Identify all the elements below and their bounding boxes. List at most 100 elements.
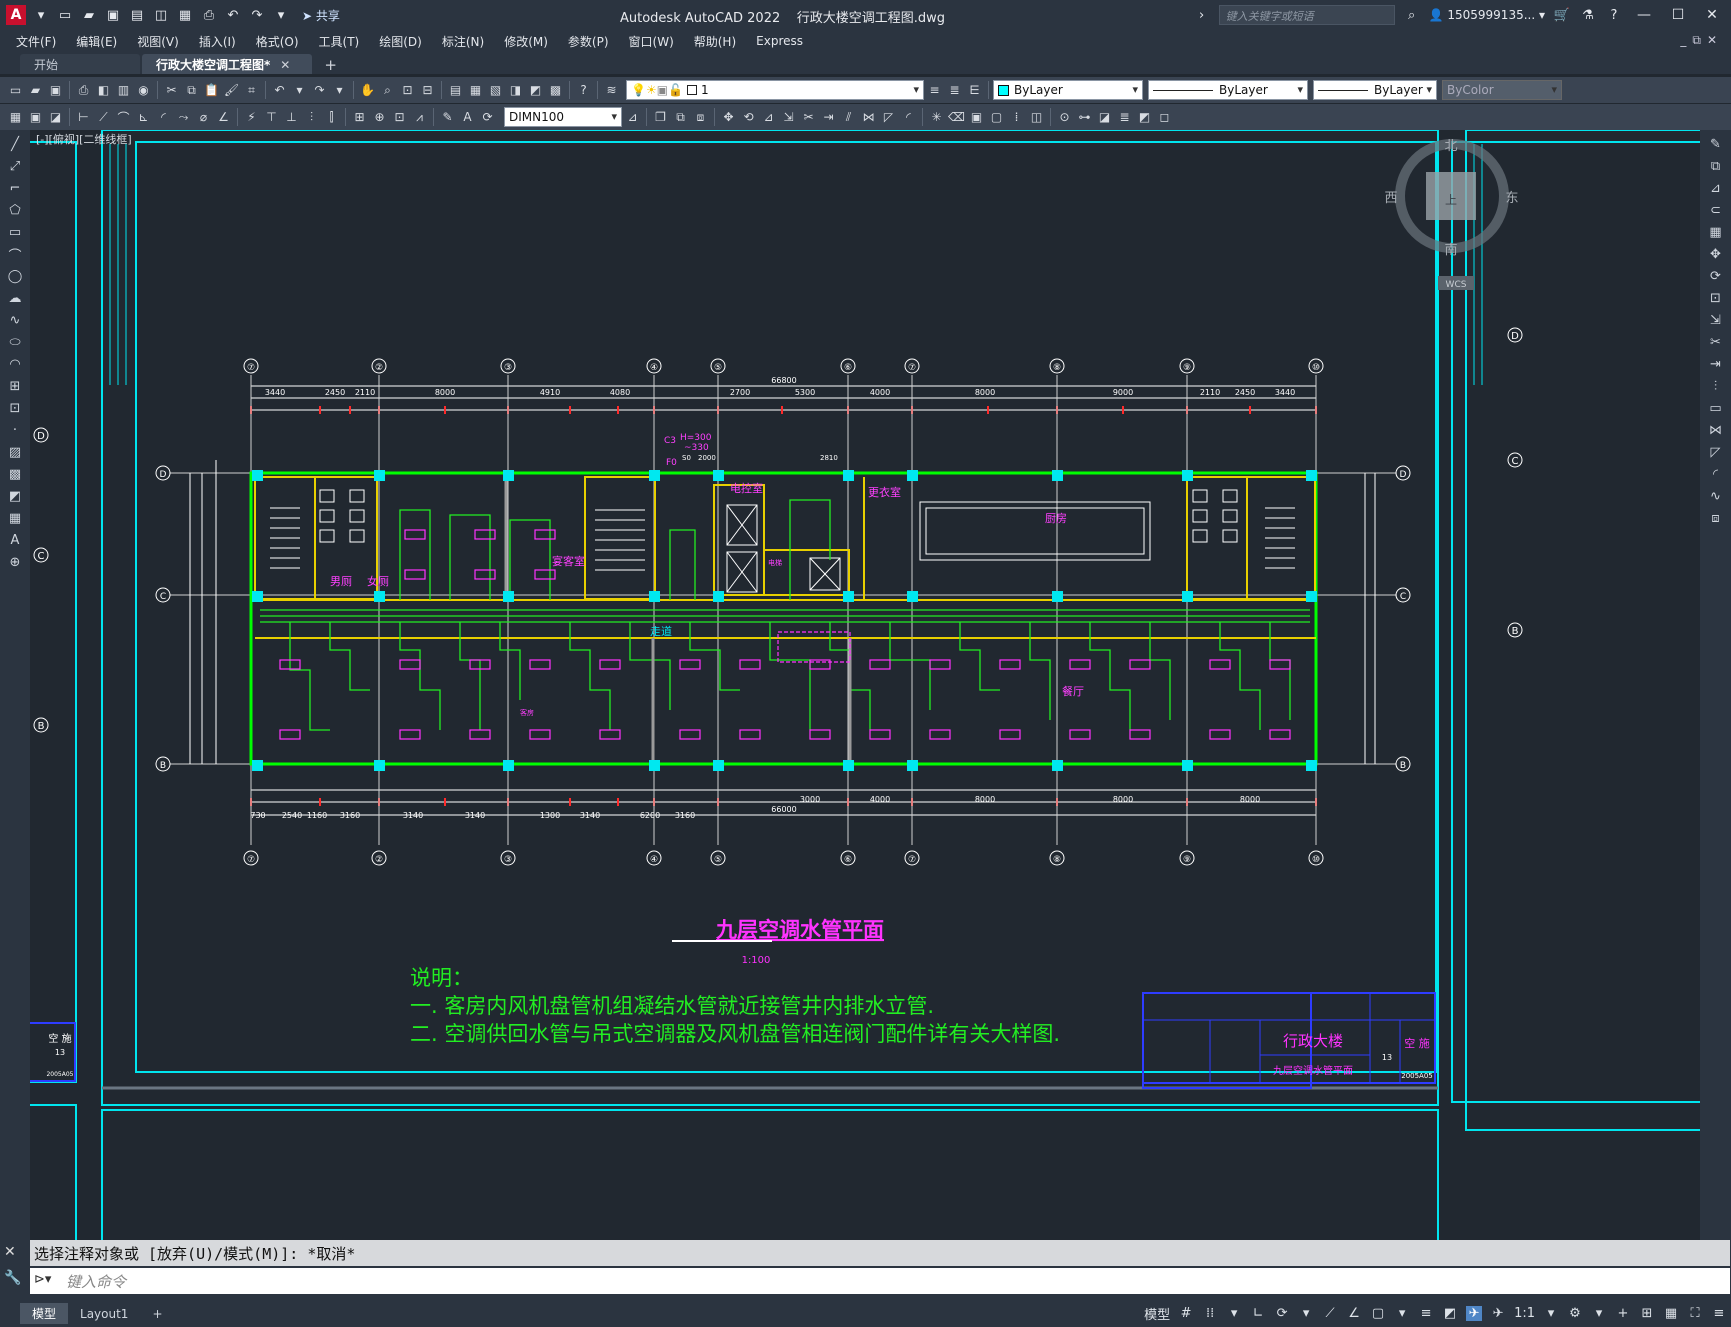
print-icon[interactable]: ⎙ xyxy=(200,6,218,24)
extend-icon[interactable]: ⇥ xyxy=(1706,354,1726,374)
menu-tools[interactable]: 工具(T) xyxy=(313,33,374,50)
close-icon[interactable]: ✕ xyxy=(1699,7,1725,23)
ellipse-icon[interactable]: ⬭ xyxy=(5,332,25,352)
dim-update-icon[interactable]: ⟳ xyxy=(478,108,497,127)
keyword-search-input[interactable]: 键入关键字或短语 xyxy=(1218,5,1395,25)
zoom-realtime-icon[interactable]: ⌕ xyxy=(378,81,397,100)
new-icon[interactable]: ▭ xyxy=(56,6,74,24)
polar-chevron-icon[interactable]: ▾ xyxy=(1298,1306,1314,1321)
menu-format[interactable]: 格式(O) xyxy=(250,33,313,50)
close-tab-icon[interactable]: ✕ xyxy=(280,58,290,72)
join-icon[interactable]: ⋈ xyxy=(859,108,878,127)
3d-print-icon[interactable]: ◉ xyxy=(134,81,153,100)
line-icon[interactable]: ╱ xyxy=(5,134,25,154)
redo-icon[interactable]: ↷ xyxy=(310,81,329,100)
break-icon[interactable]: ⫽ xyxy=(839,108,858,127)
scale-icon[interactable]: ⊿ xyxy=(759,108,778,127)
save-icon[interactable]: ▣ xyxy=(104,6,122,24)
calculator-icon[interactable]: ▩ xyxy=(546,81,565,100)
tab-drawing[interactable]: 行政大楼空调工程图* ✕ xyxy=(142,54,313,74)
erase-icon[interactable]: ✎ xyxy=(1706,134,1726,154)
fullscreen-icon[interactable]: ⛶ xyxy=(1687,1306,1703,1321)
mtext-icon[interactable]: A xyxy=(5,530,25,550)
units-icon[interactable]: ⊞ xyxy=(1639,1306,1655,1321)
cut-icon[interactable]: ✂ xyxy=(162,81,181,100)
region-icon[interactable]: ◩ xyxy=(5,486,25,506)
maximize-icon[interactable]: ☐ xyxy=(1665,7,1691,23)
layer-previous-icon[interactable]: ≣ xyxy=(945,81,964,100)
search-expand-icon[interactable]: › xyxy=(1193,6,1211,24)
command-input[interactable]: 键入命令 xyxy=(30,1268,1730,1294)
annotation-visibility-icon[interactable]: ✈ xyxy=(1466,1306,1483,1321)
drawing-canvas[interactable]: D C B D C B 66800 66000 3440 2450 2110 8… xyxy=(30,130,1700,1240)
region-icon[interactable]: ◩ xyxy=(1135,108,1154,127)
menu-modify[interactable]: 修改(M) xyxy=(498,33,562,50)
stretch-icon[interactable]: ⇲ xyxy=(779,108,798,127)
fillet-icon[interactable]: ◜ xyxy=(899,108,918,127)
ellipse-arc-icon[interactable]: ◠ xyxy=(5,354,25,374)
jogged-linear-icon[interactable]: ⩘ xyxy=(410,108,429,127)
menu-express[interactable]: Express xyxy=(750,34,817,48)
menu-draw[interactable]: 绘图(D) xyxy=(373,33,436,50)
preview-icon[interactable]: ◧ xyxy=(94,81,113,100)
autodesk-app-icon[interactable]: ⚗ xyxy=(1579,6,1597,24)
tab-model[interactable]: 模型 xyxy=(20,1303,69,1324)
scale-icon[interactable]: ⊡ xyxy=(1706,288,1726,308)
dimstyle-manager-icon[interactable]: ⊿ xyxy=(623,108,642,127)
grid-icon[interactable]: # xyxy=(1178,1306,1194,1321)
layer-combo[interactable]: 💡 ☀ ▣ 🔓 1 xyxy=(626,80,924,100)
annotation-monitor-icon[interactable]: + xyxy=(1615,1306,1631,1321)
help-icon[interactable]: ? xyxy=(574,81,593,100)
make-block-icon[interactable]: ⊡ xyxy=(5,398,25,418)
undo-list-icon[interactable]: ▾ xyxy=(290,81,309,100)
arc-length-icon[interactable]: ⌒ xyxy=(114,108,133,127)
publish-icon[interactable]: ▥ xyxy=(114,81,133,100)
blend-icon[interactable]: ∿ xyxy=(1706,486,1726,506)
list-icon[interactable]: ≣ xyxy=(1115,108,1134,127)
isodraft-icon[interactable]: ⟋ xyxy=(1322,1306,1338,1321)
layer-walk-icon[interactable]: ◪ xyxy=(46,108,65,127)
chamfer-icon[interactable]: ◸ xyxy=(879,108,898,127)
break-point-icon[interactable]: ⫶ xyxy=(1706,376,1726,396)
undo-icon[interactable]: ↶ xyxy=(270,81,289,100)
zoom-previous-icon[interactable]: ⊟ xyxy=(418,81,437,100)
auto-scale-icon[interactable]: ✈ xyxy=(1490,1306,1506,1321)
saveas-icon[interactable]: ▤ xyxy=(128,6,146,24)
offset-icon[interactable]: ⊂ xyxy=(1706,200,1726,220)
osnap-icon[interactable]: ▢ xyxy=(1370,1306,1386,1321)
customize-command-icon[interactable]: 🔧 xyxy=(4,1270,21,1286)
dim-text-edit-icon[interactable]: A xyxy=(458,108,477,127)
customize-chevron-icon[interactable]: ▾ xyxy=(272,6,290,24)
properties-icon[interactable]: ▤ xyxy=(446,81,465,100)
rectangle-icon[interactable]: ▭ xyxy=(5,222,25,242)
plotstyle-combo[interactable]: ByColor xyxy=(1442,80,1562,100)
sheet-set-icon[interactable]: ◨ xyxy=(506,81,525,100)
user-account[interactable]: 👤 1505999135... ▾ xyxy=(1429,8,1545,22)
viewcube-south-label[interactable]: 南 xyxy=(1444,242,1457,258)
pan-icon[interactable]: ✋ xyxy=(358,81,377,100)
ungroup-icon[interactable]: ▢ xyxy=(987,108,1006,127)
group-icon[interactable]: ▣ xyxy=(967,108,986,127)
gradient-icon[interactable]: ▩ xyxy=(5,464,25,484)
mirror-icon[interactable]: ⊿ xyxy=(1706,178,1726,198)
trim-icon[interactable]: ✂ xyxy=(1706,332,1726,352)
tool-palettes-icon[interactable]: ▧ xyxy=(486,81,505,100)
move-icon[interactable]: ✥ xyxy=(719,108,738,127)
radius-dim-icon[interactable]: ◜ xyxy=(154,108,173,127)
quick-properties-icon[interactable]: ▦ xyxy=(6,108,25,127)
command-prompt-icon[interactable]: ⊳▾ xyxy=(34,1272,51,1287)
rotate-icon[interactable]: ⟳ xyxy=(1706,266,1726,286)
zoom-window-icon[interactable]: ⊡ xyxy=(398,81,417,100)
close-command-icon[interactable]: ✕ xyxy=(4,1244,16,1260)
layer-state-icon[interactable]: ▣ xyxy=(26,108,45,127)
web-icon[interactable]: ◫ xyxy=(152,6,170,24)
paste-icon[interactable]: 📋 xyxy=(202,81,221,100)
cart-icon[interactable]: 🛒 xyxy=(1553,6,1571,24)
menu-insert[interactable]: 插入(I) xyxy=(193,33,250,50)
lineweight-combo[interactable]: ByLayer xyxy=(1313,80,1437,100)
explode-icon[interactable]: ⧈ xyxy=(1706,508,1726,528)
chamfer-icon[interactable]: ◸ xyxy=(1706,442,1726,462)
offset-icon[interactable]: ⧈ xyxy=(691,108,710,127)
snap-icon[interactable]: ⁞⁞ xyxy=(1202,1306,1218,1321)
extend-icon[interactable]: ⇥ xyxy=(819,108,838,127)
